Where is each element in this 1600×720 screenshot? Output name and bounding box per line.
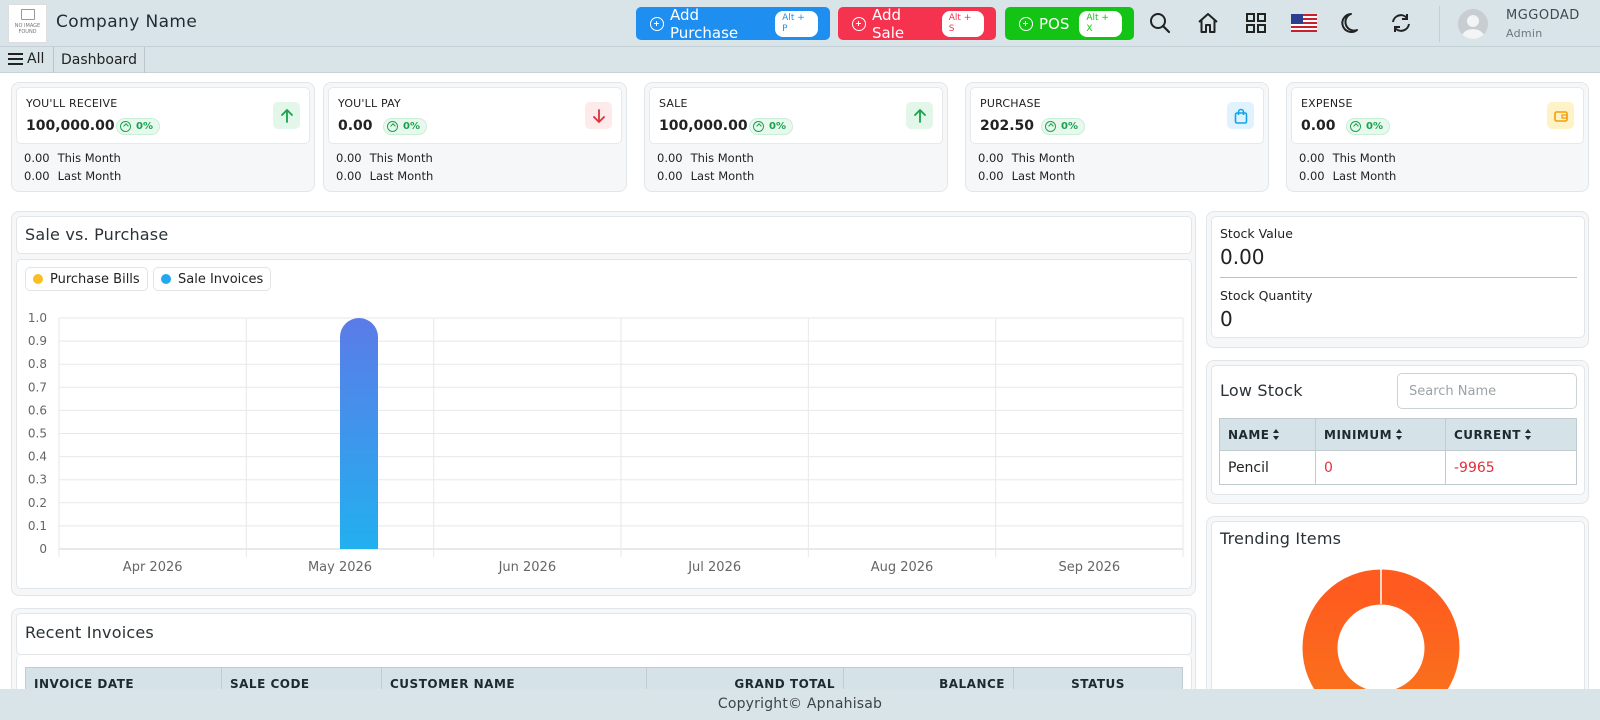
- avatar[interactable]: [1458, 9, 1488, 39]
- this-month-row: 0.00 This Month: [1299, 151, 1396, 165]
- column-label: NAME: [1228, 427, 1270, 442]
- last-month-label: Last Month: [1332, 169, 1397, 183]
- this-month-value: 0.00: [1299, 151, 1325, 165]
- low-stock-table: NAME MINIMUM CURRENT Pencil 0 -9965: [1219, 418, 1577, 485]
- sort-icon: [1396, 428, 1403, 440]
- stock-quantity: 0: [1220, 307, 1233, 331]
- search-name-input[interactable]: [1397, 373, 1577, 409]
- stock-value-label: Stock Value: [1220, 226, 1293, 241]
- y-tick-label: 0.1: [28, 519, 47, 533]
- y-tick-label: 0.8: [28, 357, 47, 371]
- x-tick-label: Aug 2026: [871, 560, 934, 575]
- y-tick-label: 0.6: [28, 403, 47, 417]
- kpi-card-header: EXPENSE 0.00 0%: [1291, 87, 1584, 144]
- x-tick-label: Apr 2026: [123, 560, 183, 575]
- arrow-up-circle-icon: [1350, 121, 1361, 132]
- user-icon: [1461, 15, 1485, 39]
- x-tick-label: Jul 2026: [687, 560, 741, 575]
- change-badge: 0%: [1346, 118, 1390, 135]
- moon-icon[interactable]: [1340, 10, 1366, 36]
- refresh-icon[interactable]: [1388, 10, 1414, 36]
- user-role: Admin: [1506, 27, 1543, 40]
- item-minimum: 0: [1315, 450, 1446, 485]
- change-value: 0%: [1366, 121, 1383, 132]
- kpi-value: 0.00: [1301, 118, 1336, 134]
- table-row[interactable]: Pencil 0 -9965: [1219, 450, 1577, 485]
- stock-quantity-label: Stock Quantity: [1220, 288, 1313, 303]
- header-divider: [1439, 6, 1440, 42]
- y-tick-label: 0: [39, 542, 47, 556]
- recent-invoices-header: [16, 613, 1192, 655]
- y-tick-label: 0.5: [28, 427, 47, 441]
- y-tick-label: 0.9: [28, 334, 47, 348]
- kpi-card-expense: EXPENSE 0.00 0% 0.00 This Month 0.00 Last …: [1286, 82, 1589, 192]
- x-tick-label: Jun 2026: [498, 560, 557, 575]
- sale-purchase-chart: 0 0.1 0.2 0.3 0.4 0.5 0.6 0.7 0.8 0.9 1.0 Apr 2026 M…: [28, 311, 1184, 575]
- user-name: MGGODAD: [1506, 8, 1580, 23]
- sort-icon: [1524, 428, 1532, 440]
- sort-icon: [1273, 428, 1280, 440]
- column-header-minimum[interactable]: MINIMUM: [1315, 418, 1446, 451]
- x-tick-label: May 2026: [308, 560, 372, 575]
- table-header-row: NAME MINIMUM CURRENT: [1219, 418, 1577, 451]
- y-tick-label: 0.3: [28, 473, 47, 487]
- this-month-label: This Month: [1332, 151, 1396, 165]
- footer: Copyright© Apnahisab: [0, 689, 1600, 720]
- bar-sale-invoices[interactable]: [340, 318, 378, 549]
- last-month-row: 0.00 Last Month: [1299, 169, 1396, 183]
- x-tick-label: Sep 2026: [1058, 560, 1120, 575]
- column-header-current[interactable]: CURRENT: [1445, 418, 1577, 451]
- column-label: CURRENT: [1454, 427, 1521, 442]
- y-tick-label: 0.4: [28, 450, 47, 464]
- kpi-title: EXPENSE: [1301, 97, 1353, 110]
- grid-icon[interactable]: [1243, 10, 1269, 36]
- stock-divider: [1220, 277, 1577, 278]
- y-tick-label: 0.2: [28, 496, 47, 510]
- column-label: MINIMUM: [1324, 427, 1393, 442]
- y-tick-label: 1.0: [28, 311, 47, 325]
- last-month-value: 0.00: [1299, 169, 1325, 183]
- item-current: -9965: [1445, 450, 1577, 485]
- y-tick-label: 0.7: [28, 380, 47, 394]
- wallet-icon: [1547, 102, 1574, 129]
- trending-title: Trending Items: [1220, 529, 1342, 548]
- stock-value: 0.00: [1220, 245, 1265, 269]
- column-header-name[interactable]: NAME: [1219, 418, 1316, 451]
- low-stock-title: Low Stock: [1220, 381, 1303, 400]
- us-flag-icon[interactable]: [1290, 10, 1318, 36]
- shopping-bag-icon: [1227, 102, 1254, 129]
- recent-invoices-title: Recent Invoices: [25, 623, 154, 642]
- item-name: Pencil: [1219, 450, 1316, 485]
